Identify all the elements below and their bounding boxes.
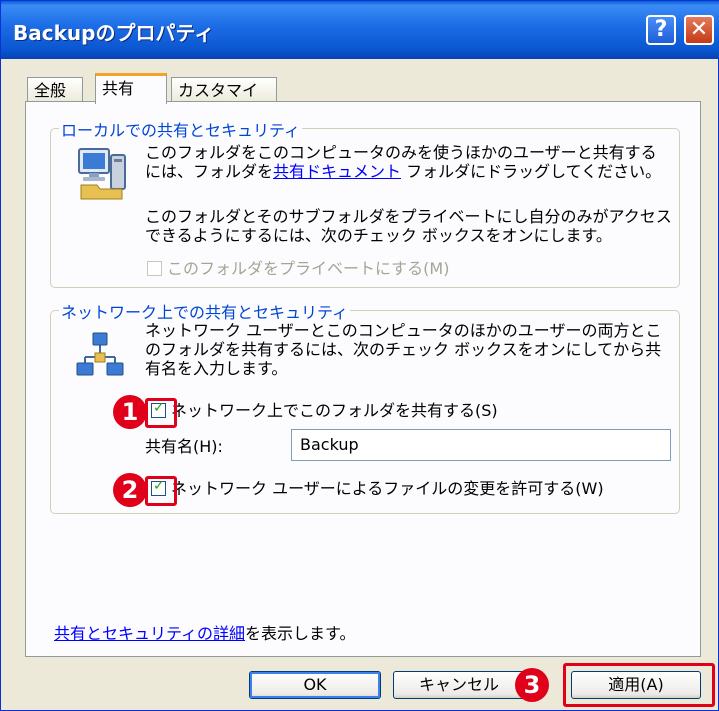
local-desc-prefix: には、フォルダを (145, 162, 274, 181)
sharing-security-details-link[interactable]: 共有とセキュリティの詳細 (54, 624, 245, 643)
private-desc-line1: このフォルダとそのサブフォルダをプライベートにし自分のみがアクセス (145, 207, 672, 226)
annotation-box-1 (145, 398, 177, 428)
title-bar[interactable]: Backupのプロパティ ? ✕ (1, 1, 719, 59)
annotation-badge-2: 2 (113, 473, 147, 507)
local-desc-line2: には、フォルダを共有ドキュメント フォルダにドラッグしてください。 (145, 162, 661, 181)
annotation-badge-1: 1 (113, 395, 147, 429)
cancel-button[interactable]: キャンセル (393, 671, 525, 699)
local-sharing-title: ローカルでの共有とセキュリティ (59, 117, 303, 141)
network-desc-line1: ネットワーク ユーザーとこのコンピュータのほかのユーザーの両方とこ (145, 321, 662, 340)
network-desc-line2: のフォルダを共有するには、次のチェック ボックスをオンにしてから共 (145, 340, 662, 359)
shared-documents-link[interactable]: 共有ドキュメント (273, 162, 401, 181)
private-checkbox-label[interactable]: このフォルダをプライベートにする(M) (167, 259, 449, 278)
annotation-badge-3: 3 (515, 668, 549, 702)
ok-button[interactable]: OK (249, 671, 381, 699)
share-name-input[interactable]: Backup (291, 429, 671, 461)
tab-customize[interactable]: カスタマイズ (171, 77, 277, 126)
allow-change-label[interactable]: ネットワーク ユーザーによるファイルの変更を許可する(W) (171, 479, 604, 498)
help-button[interactable]: ? (646, 15, 676, 45)
local-sharing-group: ローカルでの共有とセキュリティ このフォルダをこのコンピュータのみを使うほかのユ… (50, 117, 680, 288)
properties-dialog: Backupのプロパティ ? ✕ 全般 共有 カスタマイズ ローカルでの共有とセ… (0, 0, 719, 711)
network-share-icon (76, 332, 124, 376)
tab-general[interactable]: 全般 (27, 77, 83, 103)
sharing-tab-panel: ローカルでの共有とセキュリティ このフォルダをこのコンピュータのみを使うほかのユ… (25, 101, 701, 657)
tab-sharing[interactable]: 共有 (95, 73, 167, 104)
annotation-box-2 (145, 476, 177, 506)
network-desc-line3: 有名を入力します。 (145, 359, 288, 378)
share-on-network-label[interactable]: ネットワーク上でこのフォルダを共有する(S) (171, 401, 498, 420)
details-suffix: を表示します。 (245, 624, 356, 643)
share-name-label: 共有名(H): (145, 437, 223, 456)
local-desc-suffix: フォルダにドラッグしてください。 (401, 162, 662, 181)
network-sharing-title: ネットワーク上での共有とセキュリティ (59, 299, 351, 323)
window-title: Backupのプロパティ (13, 21, 215, 45)
local-desc-line1: このフォルダをこのコンピュータのみを使うほかのユーザーと共有する (145, 143, 657, 162)
private-desc-line2: できるようにするには、次のチェック ボックスをオンにします。 (145, 226, 612, 245)
private-checkbox[interactable] (147, 261, 162, 276)
details-line: 共有とセキュリティの詳細を表示します。 (54, 624, 355, 643)
close-button[interactable]: ✕ (684, 15, 714, 45)
annotation-box-3 (563, 663, 715, 707)
computer-folder-icon (78, 148, 126, 200)
